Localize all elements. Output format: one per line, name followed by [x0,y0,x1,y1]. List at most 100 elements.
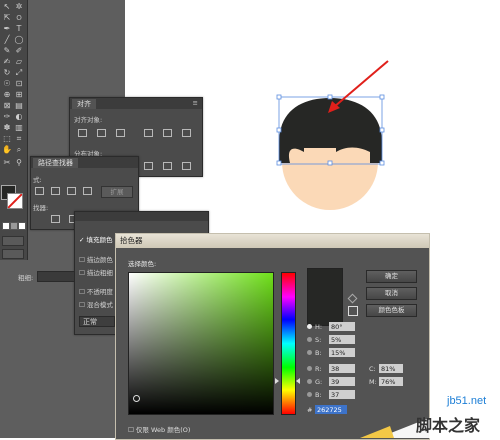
perspective-grid-icon[interactable]: ⊞ [14,90,24,99]
pen-tool-icon[interactable]: ✒ [2,24,12,33]
symbol-sprayer-icon[interactable]: ✽ [2,123,12,132]
blend-tool-icon[interactable]: ◐ [14,112,24,121]
shape-builder-icon[interactable]: ⊕ [2,90,12,99]
web-only-checkbox[interactable]: ☐ 仅限 Web 颜色(O) [128,424,190,434]
column-graph-icon[interactable]: ▥ [14,123,24,132]
bbox-handle-br[interactable] [379,160,385,166]
hand-tool-icon[interactable]: ✋ [2,145,12,154]
align-top-icon[interactable] [144,129,153,137]
divide-icon[interactable] [51,215,60,223]
color-field[interactable] [128,272,274,415]
none-mode-icon[interactable] [18,222,26,230]
opacity-option[interactable]: ☐ 不透明度 [79,286,113,296]
bbox-handle-bl[interactable] [276,160,282,166]
bbox-handle-tl[interactable] [276,94,282,100]
hue-slider[interactable] [281,272,296,415]
warp-icon[interactable]: ☉ [2,79,12,88]
gradient-icon[interactable]: ▤ [14,101,24,110]
rotate-icon[interactable]: ↻ [2,68,12,77]
g-input[interactable]: 39 [329,377,355,386]
bbox-handle-mr[interactable] [379,127,385,133]
lasso-icon[interactable]: ଠ [14,13,24,22]
stroke-weight-option[interactable]: ☐ 描边粗细 [79,267,113,277]
selection-tool-icon[interactable]: ↖ [2,2,12,11]
align-bottom-icon[interactable] [182,129,191,137]
b-label: B: [315,391,322,399]
blend-mode-option[interactable]: ☐ 混合模式 [79,299,113,309]
b-input[interactable]: 37 [329,390,355,399]
bbox-handle-ml[interactable] [276,127,282,133]
c-row: C: 81% [369,364,403,374]
distribute-bottom-icon[interactable] [182,162,191,170]
line-tool-icon[interactable]: ╱ [2,35,12,44]
hue-input[interactable]: 80° [329,322,355,331]
type-tool-icon[interactable]: T [14,24,24,33]
g-radio[interactable] [307,379,312,384]
c-input[interactable]: 81% [379,364,403,373]
color-field-cursor[interactable] [133,395,140,402]
intersect-icon[interactable] [67,187,76,195]
bri-input[interactable]: 15% [329,348,355,357]
expand-button[interactable]: 扩展 [101,186,133,198]
mesh-icon[interactable]: ⊠ [2,101,12,110]
distribute-vcenter-icon[interactable] [163,162,172,170]
free-transform-icon[interactable]: ⊡ [14,79,24,88]
cancel-button[interactable]: 取消 [366,287,417,300]
r-radio[interactable] [307,366,312,371]
minus-front-icon[interactable] [51,187,60,195]
ellipse-tool-icon[interactable]: ◯ [14,35,24,44]
scissors-icon[interactable]: ✂ [2,158,12,167]
bri-radio[interactable] [307,350,312,355]
panel-menu-icon[interactable]: ≡ [193,98,198,109]
zoom-icon[interactable]: ⚲ [14,158,24,167]
align-objects-label: 对齐对象: [74,116,103,124]
web-safe-warning-icon[interactable] [348,306,358,316]
draw-mode-icon[interactable] [2,236,24,246]
eyedropper-icon[interactable]: ✑ [2,112,12,121]
c-label: C: [369,365,376,373]
ok-button[interactable]: 确定 [366,270,417,283]
align-right-icon[interactable] [116,129,125,137]
exclude-icon[interactable] [83,187,92,195]
blob-brush-icon[interactable]: ✍ [2,57,12,66]
m-input[interactable]: 76% [379,377,403,386]
swatches-button[interactable]: 颜色色板 [366,304,417,317]
pathfinder-panel-tab[interactable]: 路径查找器 [33,158,78,168]
align-vcenter-icon[interactable] [163,129,172,137]
paintbrush-icon[interactable]: ✎ [2,46,12,55]
align-panel-tab[interactable]: 对齐 [72,99,96,109]
magic-wand-icon[interactable]: ✲ [14,2,24,11]
align-left-icon[interactable] [78,129,87,137]
zoom-tool-icon[interactable]: ⌕ [14,145,24,154]
hex-input[interactable]: 262725 [315,405,347,414]
b-radio[interactable] [307,392,312,397]
align-hcenter-icon[interactable] [97,129,106,137]
direct-selection-icon[interactable]: ⇱ [2,13,12,22]
stroke-swatch[interactable] [7,193,23,209]
stroke-color-option[interactable]: ☐ 描边颜色 [79,254,113,264]
slice-icon[interactable]: ⌗ [14,134,24,143]
gamut-warning-icon[interactable] [347,293,358,304]
appearance-panel-titlebar [75,212,208,221]
stroke-weight-input[interactable] [37,271,75,282]
screen-mode-icon[interactable] [2,249,24,259]
pencil-icon[interactable]: ✐ [14,46,24,55]
bbox-handle-bc[interactable] [327,160,333,166]
gradient-mode-icon[interactable] [10,222,18,230]
blend-mode-select[interactable]: 正常 [79,316,115,327]
color-mode-icon[interactable] [2,222,10,230]
hue-slider-left-handle[interactable] [275,378,279,384]
unite-icon[interactable] [35,187,44,195]
sat-radio[interactable] [307,337,312,342]
eraser-icon[interactable]: ▱ [14,57,24,66]
artboard-icon[interactable]: ⬚ [2,134,12,143]
hue-slider-right-handle[interactable] [296,378,300,384]
distribute-top-icon[interactable] [144,162,153,170]
scale-icon[interactable]: ⤢ [14,68,24,77]
sat-input[interactable]: 5% [329,335,355,344]
current-color-swatch [307,268,343,326]
hue-radio[interactable] [307,324,312,329]
select-color-label: 选择颜色: [128,260,157,268]
fill-color-option[interactable]: ✓ 填充颜色 [79,234,113,244]
r-input[interactable]: 38 [329,364,355,373]
